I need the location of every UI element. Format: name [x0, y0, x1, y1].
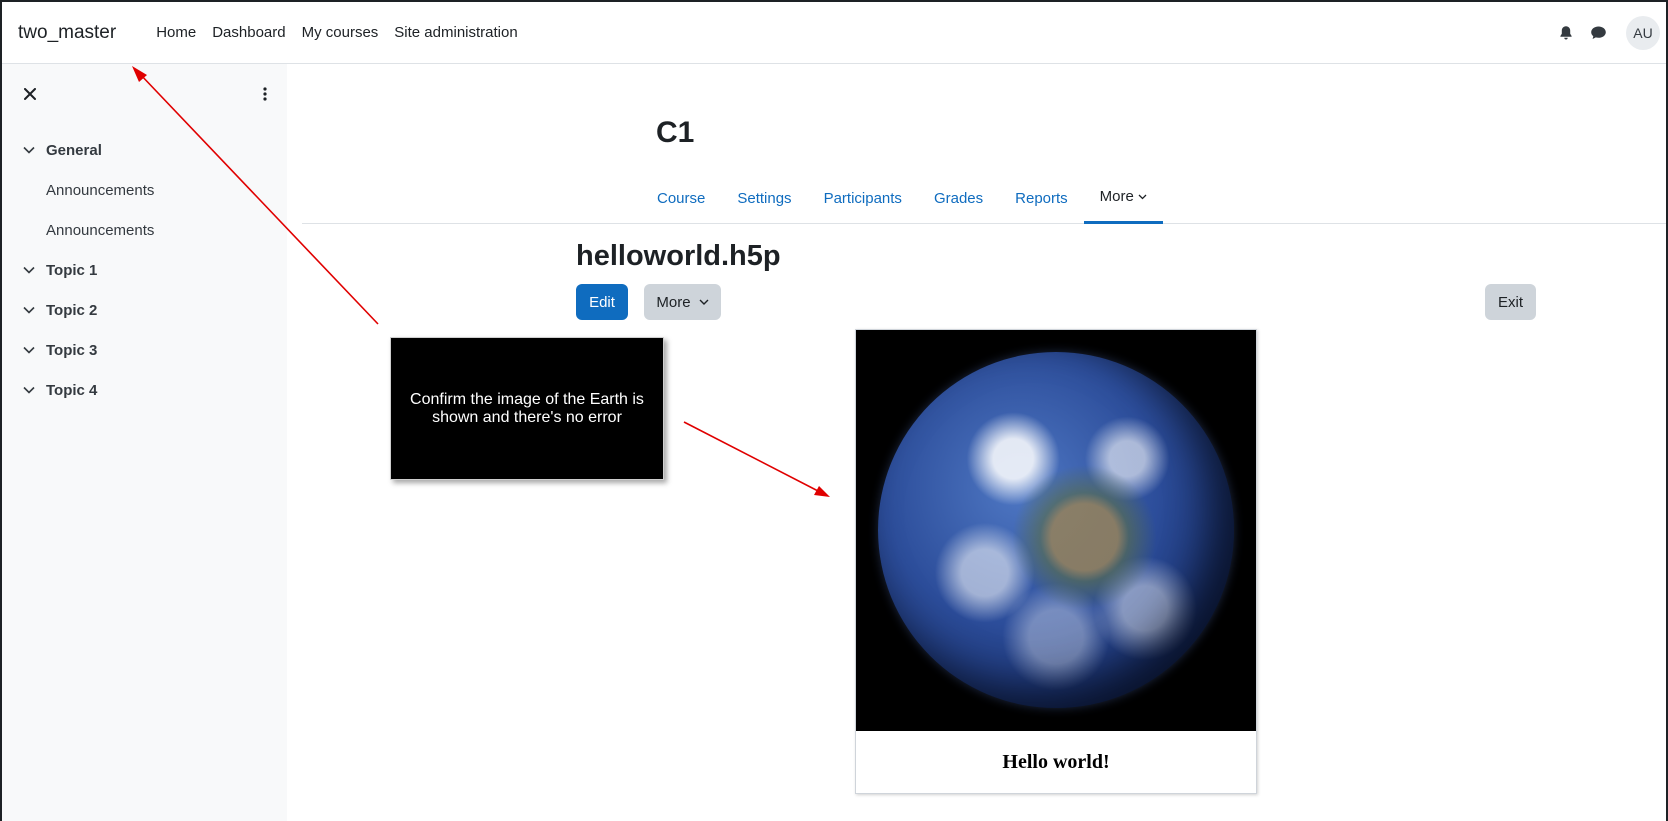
- h5p-caption: Hello world!: [1002, 750, 1110, 773]
- activity-announcements[interactable]: Announcements: [22, 170, 272, 210]
- course-title: C1: [656, 116, 695, 149]
- course-secondary-navigation: Course Settings Participants Grades Repo…: [302, 172, 1666, 224]
- exit-button[interactable]: Exit: [1485, 284, 1536, 320]
- user-avatar[interactable]: AU: [1626, 16, 1660, 50]
- h5p-content: Hello world!: [855, 329, 1257, 794]
- section-label: General: [46, 141, 102, 159]
- earth-globe: [878, 352, 1234, 708]
- tab-reports[interactable]: Reports: [999, 172, 1084, 224]
- close-icon[interactable]: [18, 82, 42, 106]
- chevron-down-icon[interactable]: [22, 303, 36, 317]
- chevron-down-icon[interactable]: [22, 383, 36, 397]
- top-navbar: two_master Home Dashboard My courses Sit…: [2, 2, 1666, 64]
- section-topic-3[interactable]: Topic 3: [22, 330, 272, 370]
- chevron-down-icon[interactable]: [22, 143, 36, 157]
- callout-text: Confirm the image of the Earth is shown …: [410, 390, 644, 426]
- tab-settings[interactable]: Settings: [721, 172, 807, 224]
- primary-navigation: Home Dashboard My courses Site administr…: [148, 24, 526, 41]
- section-label: Topic 3: [46, 341, 98, 359]
- more-button[interactable]: More: [644, 284, 721, 320]
- activity-title: helloworld.h5p: [576, 240, 781, 272]
- kebab-icon[interactable]: [258, 84, 272, 104]
- chevron-down-icon[interactable]: [22, 343, 36, 357]
- section-label: Topic 1: [46, 261, 98, 279]
- tab-grades[interactable]: Grades: [918, 172, 999, 224]
- nav-site-administration[interactable]: Site administration: [386, 24, 525, 41]
- chevron-down-icon: [1138, 194, 1147, 200]
- nav-home[interactable]: Home: [148, 24, 204, 41]
- tab-course[interactable]: Course: [641, 172, 721, 224]
- arrow-head-icon: [814, 486, 830, 497]
- user-navigation: AU: [1550, 2, 1660, 64]
- nav-my-courses[interactable]: My courses: [294, 24, 387, 41]
- bell-icon[interactable]: [1550, 17, 1582, 49]
- edit-button[interactable]: Edit: [576, 284, 628, 320]
- chevron-down-icon: [699, 299, 709, 305]
- more-button-label: More: [656, 293, 691, 311]
- section-general[interactable]: General: [22, 130, 272, 170]
- tab-participants[interactable]: Participants: [808, 172, 918, 224]
- activity-announcements[interactable]: Announcements: [22, 210, 272, 250]
- nav-dashboard[interactable]: Dashboard: [204, 24, 293, 41]
- section-label: Topic 2: [46, 301, 98, 319]
- tab-more[interactable]: More: [1083, 172, 1163, 224]
- course-index: General Announcements Announcements Topi…: [22, 130, 272, 410]
- section-topic-1[interactable]: Topic 1: [22, 250, 272, 290]
- site-brand[interactable]: two_master: [18, 22, 116, 44]
- section-topic-2[interactable]: Topic 2: [22, 290, 272, 330]
- course-index-drawer: General Announcements Announcements Topi…: [2, 64, 287, 821]
- instruction-callout: Confirm the image of the Earth is shown …: [390, 337, 664, 480]
- chat-icon[interactable]: [1582, 17, 1614, 49]
- section-label: Topic 4: [46, 381, 98, 399]
- course-tabs: Course Settings Participants Grades Repo…: [641, 172, 1163, 224]
- earth-image: [856, 330, 1256, 731]
- section-topic-4[interactable]: Topic 4: [22, 370, 272, 410]
- tab-more-label: More: [1099, 188, 1134, 205]
- chevron-down-icon[interactable]: [22, 263, 36, 277]
